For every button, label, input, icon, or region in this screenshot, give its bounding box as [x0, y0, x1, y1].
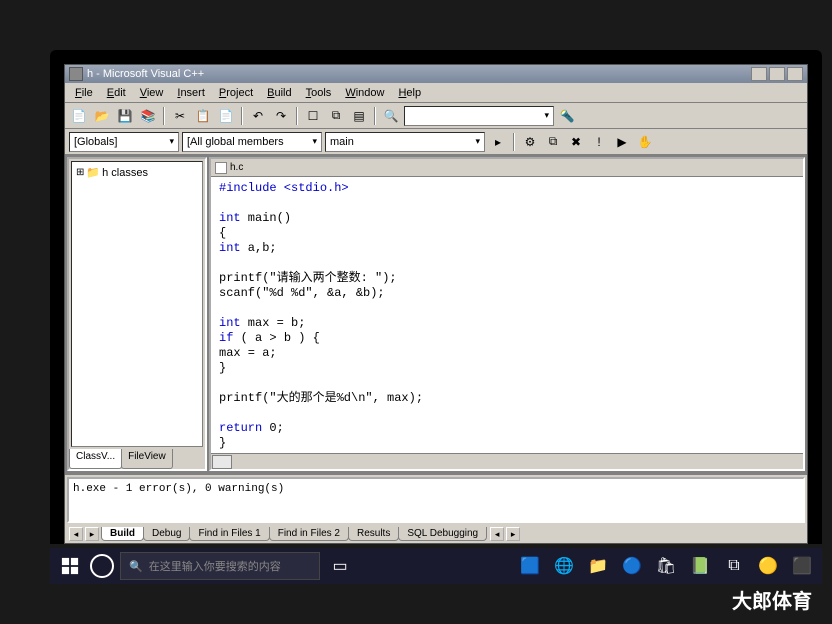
taskbar-app-1[interactable]: 🟦	[516, 552, 544, 580]
outtab-debug[interactable]: Debug	[143, 527, 190, 541]
window-list-icon[interactable]: ☐	[303, 106, 323, 126]
taskbar-search[interactable]: 🔍 在这里输入你要搜索的内容	[120, 552, 320, 580]
watermark-text: 大郎体育	[732, 585, 812, 614]
code-editor[interactable]: #include <stdio.h> int main() { int a,b;…	[211, 177, 803, 453]
save-icon[interactable]: 💾	[115, 106, 135, 126]
maximize-button[interactable]	[769, 67, 785, 81]
taskbar-app-4[interactable]: ⬛	[788, 552, 816, 580]
search-placeholder: 在这里输入你要搜索的内容	[149, 558, 281, 574]
taskbar-edge-icon[interactable]: 🌐	[550, 552, 578, 580]
go-debug-icon[interactable]: ▶	[612, 132, 632, 152]
title-bar[interactable]: h - Microsoft Visual C++	[65, 65, 807, 83]
editor-panel: h.c #include <stdio.h> int main() { int …	[209, 157, 805, 471]
cut-icon[interactable]: ✂	[170, 106, 190, 126]
menu-file[interactable]: File	[69, 85, 99, 101]
standard-toolbar: 📄 📂 💾 📚 ✂ 📋 📄 ↶ ↷ ☐ ⧉ ▤ 🔍 ▾ 🔦	[65, 103, 807, 129]
menu-help[interactable]: Help	[392, 85, 427, 101]
copy-icon[interactable]: 📋	[193, 106, 213, 126]
scope-value: [Globals]	[74, 136, 117, 148]
output-text[interactable]: h.exe - 1 error(s), 0 warning(s)	[67, 477, 805, 523]
menu-build[interactable]: Build	[261, 85, 297, 101]
new-file-icon[interactable]: 📄	[69, 106, 89, 126]
minimize-button[interactable]	[751, 67, 767, 81]
menu-window[interactable]: Window	[339, 85, 390, 101]
editor-titlebar[interactable]: h.c	[211, 159, 803, 177]
execute-icon[interactable]: !	[589, 132, 609, 152]
build-icon[interactable]: ⧉	[543, 132, 563, 152]
undo-icon[interactable]: ↶	[248, 106, 268, 126]
taskbar-vc-icon[interactable]: ⧉	[720, 552, 748, 580]
taskbar-chrome-icon[interactable]: 🟡	[754, 552, 782, 580]
cortana-icon[interactable]	[90, 554, 114, 578]
outtab-next-icon[interactable]: ▸	[85, 527, 99, 541]
windows-logo-icon	[61, 557, 79, 575]
go-icon[interactable]: ▸	[488, 132, 508, 152]
output-tabs: ◂ ▸ Build Debug Find in Files 1 Find in …	[65, 525, 807, 543]
menu-view[interactable]: View	[134, 85, 170, 101]
redo-icon[interactable]: ↷	[271, 106, 291, 126]
outtab-results[interactable]: Results	[348, 527, 399, 541]
breakpoint-icon[interactable]: ✋	[635, 132, 655, 152]
outtab-scroll-right-icon[interactable]: ▸	[506, 527, 520, 541]
menu-edit[interactable]: Edit	[101, 85, 132, 101]
outtab-build[interactable]: Build	[101, 527, 144, 541]
taskbar-app-2[interactable]: 🔵	[618, 552, 646, 580]
workspace-tabs: ClassV... FileView	[69, 449, 205, 469]
window-title: h - Microsoft Visual C++	[87, 68, 204, 80]
app-icon	[69, 67, 83, 81]
app-window: h - Microsoft Visual C++ File Edit View …	[64, 64, 808, 544]
filename-label: h.c	[230, 162, 243, 173]
start-button[interactable]	[56, 552, 84, 580]
file-icon	[215, 162, 227, 174]
class-tree[interactable]: 📁 h classes	[71, 161, 203, 447]
open-file-icon[interactable]: 📂	[92, 106, 112, 126]
taskbar-app-3[interactable]: 📗	[686, 552, 714, 580]
find-combo[interactable]: ▾	[404, 106, 554, 126]
taskbar-explorer-icon[interactable]: 📁	[584, 552, 612, 580]
scope-combo[interactable]: [Globals]▾	[69, 132, 179, 152]
tree-root-label: h classes	[102, 167, 148, 179]
output-icon[interactable]: ▤	[349, 106, 369, 126]
paste-icon[interactable]: 📄	[216, 106, 236, 126]
windows-taskbar: 🔍 在这里输入你要搜索的内容 ▭ 🟦 🌐 📁 🔵 🛍 📗 ⧉ 🟡 ⬛	[50, 548, 822, 584]
outtab-prev-icon[interactable]: ◂	[69, 527, 83, 541]
close-button[interactable]	[787, 67, 803, 81]
menu-project[interactable]: Project	[213, 85, 259, 101]
find-icon[interactable]: 🔍	[381, 106, 401, 126]
output-panel: h.exe - 1 error(s), 0 warning(s) ◂ ▸ Bui…	[65, 473, 807, 543]
menu-insert[interactable]: Insert	[171, 85, 211, 101]
wizard-toolbar: [Globals]▾ [All global members▾ main▾ ▸ …	[65, 129, 807, 155]
task-view-icon[interactable]: ▭	[326, 552, 354, 580]
find-next-icon[interactable]: 🔦	[557, 106, 577, 126]
function-combo[interactable]: main▾	[325, 132, 485, 152]
outtab-scroll-left-icon[interactable]: ◂	[490, 527, 504, 541]
taskbar-store-icon[interactable]: 🛍	[652, 552, 680, 580]
outtab-sql[interactable]: SQL Debugging	[398, 527, 487, 541]
menu-tools[interactable]: Tools	[300, 85, 338, 101]
compile-icon[interactable]: ⚙	[520, 132, 540, 152]
workspace-icon[interactable]: ⧉	[326, 106, 346, 126]
tree-root[interactable]: 📁 h classes	[76, 166, 198, 179]
save-all-icon[interactable]: 📚	[138, 106, 158, 126]
menu-bar: File Edit View Insert Project Build Tool…	[65, 83, 807, 103]
hscroll-left-icon[interactable]	[212, 455, 232, 469]
stop-build-icon[interactable]: ✖	[566, 132, 586, 152]
tab-classview[interactable]: ClassV...	[69, 449, 122, 469]
members-value: [All global members	[187, 136, 284, 148]
outtab-find2[interactable]: Find in Files 2	[269, 527, 349, 541]
editor-scroll[interactable]	[211, 453, 803, 469]
search-icon: 🔍	[129, 560, 143, 573]
outtab-find1[interactable]: Find in Files 1	[189, 527, 269, 541]
workspace-panel: 📁 h classes ClassV... FileView	[67, 157, 207, 471]
main-area: 📁 h classes ClassV... FileView h.c #incl…	[65, 155, 807, 473]
members-combo[interactable]: [All global members▾	[182, 132, 322, 152]
function-value: main	[330, 136, 354, 148]
tab-fileview[interactable]: FileView	[121, 449, 173, 469]
